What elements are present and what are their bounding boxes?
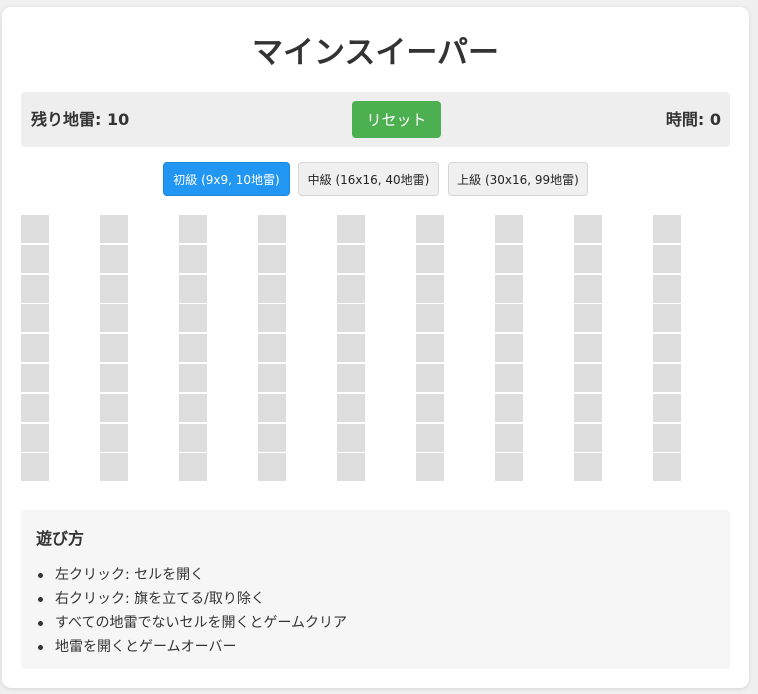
- board-cell[interactable]: [574, 245, 602, 273]
- board-cell[interactable]: [653, 424, 681, 452]
- board-cell[interactable]: [574, 334, 602, 362]
- board-cell[interactable]: [574, 364, 602, 392]
- board-cell[interactable]: [337, 245, 365, 273]
- board-cell[interactable]: [258, 394, 286, 422]
- board-cell[interactable]: [495, 334, 523, 362]
- game-container: マインスイーパー 残り地雷: 10 リセット 時間: 0 初級 (9x9, 10…: [2, 7, 749, 688]
- board-cell[interactable]: [258, 304, 286, 332]
- difficulty-beginner-button[interactable]: 初級 (9x9, 10地雷): [163, 162, 290, 196]
- board-cell[interactable]: [495, 394, 523, 422]
- board-cell[interactable]: [495, 215, 523, 243]
- board-cell[interactable]: [416, 453, 444, 481]
- board-cell[interactable]: [337, 334, 365, 362]
- mines-left-counter: 残り地雷: 10: [31, 110, 130, 129]
- instructions-title: 遊び方: [36, 529, 85, 548]
- board-cell[interactable]: [653, 245, 681, 273]
- board-cell[interactable]: [337, 364, 365, 392]
- board-cell[interactable]: [653, 334, 681, 362]
- board-cell[interactable]: [179, 424, 207, 452]
- board-cell[interactable]: [258, 215, 286, 243]
- board-cell[interactable]: [258, 424, 286, 452]
- board-cell[interactable]: [495, 304, 523, 332]
- board-cell[interactable]: [574, 424, 602, 452]
- board-cell[interactable]: [574, 275, 602, 303]
- board-cell[interactable]: [100, 424, 128, 452]
- board-cell[interactable]: [100, 364, 128, 392]
- board-cell[interactable]: [574, 304, 602, 332]
- board-cell[interactable]: [337, 275, 365, 303]
- page-title: マインスイーパー: [251, 35, 500, 71]
- board-cell[interactable]: [100, 453, 128, 481]
- difficulty-expert-button[interactable]: 上級 (30x16, 99地雷): [448, 162, 588, 196]
- board-cell[interactable]: [416, 364, 444, 392]
- board-cell[interactable]: [416, 334, 444, 362]
- board-cell[interactable]: [337, 215, 365, 243]
- board-cell[interactable]: [179, 275, 207, 303]
- board-cell[interactable]: [416, 215, 444, 243]
- difficulty-intermediate-button[interactable]: 中級 (16x16, 40地雷): [298, 162, 439, 196]
- board-cell[interactable]: [337, 453, 365, 481]
- board-cell[interactable]: [258, 364, 286, 392]
- board-cell[interactable]: [21, 453, 49, 481]
- board-cell[interactable]: [653, 215, 681, 243]
- board-cell[interactable]: [258, 334, 286, 362]
- board-cell[interactable]: [258, 275, 286, 303]
- board-cell[interactable]: [100, 334, 128, 362]
- board-cell[interactable]: [653, 364, 681, 392]
- board-cell[interactable]: [495, 424, 523, 452]
- board-cell[interactable]: [337, 394, 365, 422]
- instruction-item: 地雷を開くとゲームオーバー: [36, 635, 347, 659]
- board-cell[interactable]: [574, 215, 602, 243]
- board-cell[interactable]: [495, 453, 523, 481]
- board-cell[interactable]: [21, 364, 49, 392]
- board-cell[interactable]: [21, 304, 49, 332]
- board-cell[interactable]: [653, 394, 681, 422]
- board-cell[interactable]: [179, 364, 207, 392]
- board-cell[interactable]: [21, 215, 49, 243]
- board-cell[interactable]: [21, 334, 49, 362]
- board-cell[interactable]: [653, 275, 681, 303]
- board-cell[interactable]: [495, 245, 523, 273]
- instruction-item: 左クリック: セルを開く: [36, 563, 347, 587]
- instructions-list: 左クリック: セルを開く 右クリック: 旗を立てる/取り除く すべての地雷でない…: [36, 563, 347, 659]
- board-cell[interactable]: [416, 394, 444, 422]
- instruction-item: 右クリック: 旗を立てる/取り除く: [36, 587, 347, 611]
- board-cell[interactable]: [100, 245, 128, 273]
- instruction-item: すべての地雷でないセルを開くとゲームクリア: [36, 611, 347, 635]
- status-bar: 残り地雷: 10 リセット 時間: 0: [21, 92, 730, 147]
- board-cell[interactable]: [179, 394, 207, 422]
- board-cell[interactable]: [653, 453, 681, 481]
- board-cell[interactable]: [574, 453, 602, 481]
- board-cell[interactable]: [495, 364, 523, 392]
- board-cell[interactable]: [179, 334, 207, 362]
- board-cell[interactable]: [100, 275, 128, 303]
- game-board: [21, 215, 731, 484]
- board-cell[interactable]: [495, 275, 523, 303]
- board-cell[interactable]: [100, 394, 128, 422]
- board-cell[interactable]: [574, 394, 602, 422]
- board-cell[interactable]: [416, 424, 444, 452]
- instructions-panel: 遊び方 左クリック: セルを開く 右クリック: 旗を立てる/取り除く すべての地…: [21, 510, 730, 669]
- board-cell[interactable]: [179, 245, 207, 273]
- board-cell[interactable]: [179, 215, 207, 243]
- board-cell[interactable]: [337, 424, 365, 452]
- board-cell[interactable]: [258, 245, 286, 273]
- board-cell[interactable]: [179, 453, 207, 481]
- board-cell[interactable]: [21, 245, 49, 273]
- difficulty-selector: 初級 (9x9, 10地雷) 中級 (16x16, 40地雷) 上級 (30x1…: [2, 162, 749, 196]
- board-cell[interactable]: [416, 304, 444, 332]
- board-cell[interactable]: [100, 215, 128, 243]
- board-cell[interactable]: [416, 245, 444, 273]
- board-cell[interactable]: [21, 394, 49, 422]
- board-cell[interactable]: [100, 304, 128, 332]
- board-cell[interactable]: [21, 275, 49, 303]
- reset-button[interactable]: リセット: [352, 101, 441, 138]
- board-cell[interactable]: [337, 304, 365, 332]
- board-cell[interactable]: [21, 424, 49, 452]
- timer: 時間: 0: [665, 110, 721, 129]
- board-cell[interactable]: [416, 275, 444, 303]
- board-cell[interactable]: [653, 304, 681, 332]
- board-cell[interactable]: [179, 304, 207, 332]
- board-cell[interactable]: [258, 453, 286, 481]
